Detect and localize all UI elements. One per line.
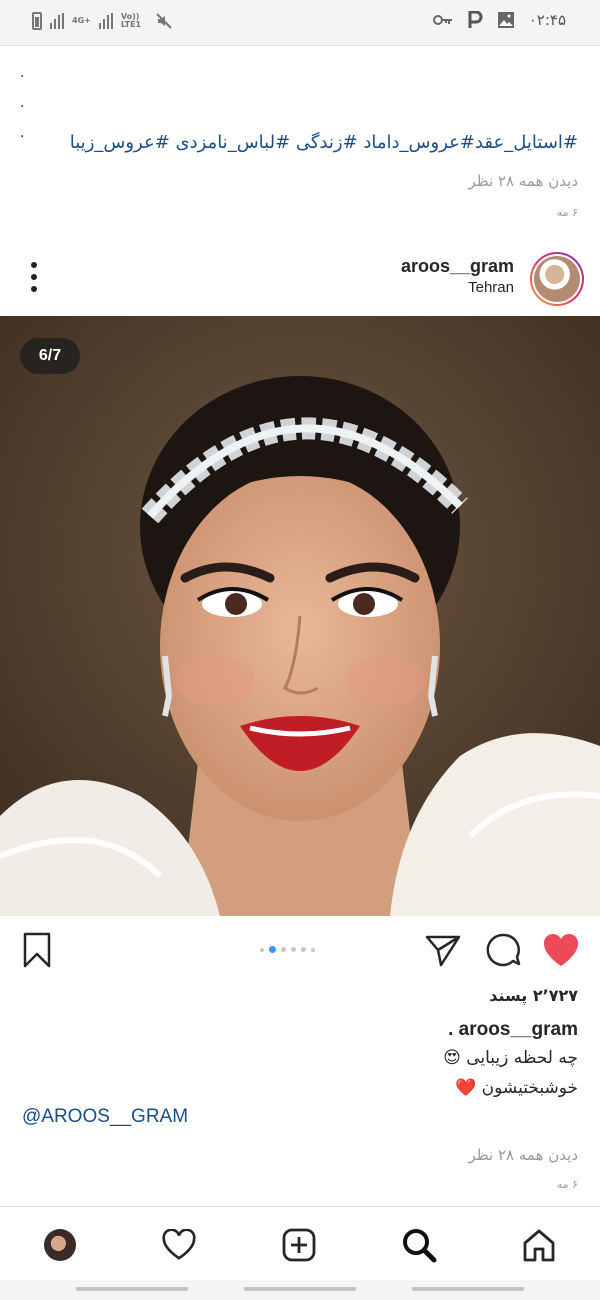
likes-count[interactable]: ۲٬۷۲۷ پسند [489,986,578,1005]
home-handle[interactable] [244,1287,356,1291]
post-actions [0,918,600,982]
post-date: ۶ مه [556,206,578,219]
system-nav-bar [0,1280,600,1300]
bookmark-icon[interactable] [18,930,56,970]
back-handle[interactable] [412,1287,524,1291]
nav-profile[interactable] [40,1225,80,1265]
bottom-nav [0,1206,600,1280]
carousel-dot [291,947,296,952]
post-username[interactable]: aroos__gram [401,256,514,277]
avatar [44,1229,76,1261]
view-all-comments-link[interactable]: دیدن همه ۲۸ نظر [468,172,578,190]
caption-dots: . . . [20,58,24,148]
network-label-1: 4G+ [72,16,91,25]
recent-apps-handle[interactable] [76,1287,188,1291]
mention-link[interactable]: @AROOS__GRAM [22,1106,188,1128]
signal-icon [50,13,64,29]
key-icon [432,15,452,25]
user-info[interactable]: aroos__gram Tehran [401,256,514,296]
carousel-dot [301,947,306,952]
signal-icon-2 [98,13,113,29]
status-left: 4G+ Vo)) LTE1 [32,12,173,30]
caption-username[interactable]: aroos__gram . [448,1019,578,1041]
carousel-counter: 6/7 [20,338,80,374]
battery-icon [32,12,42,30]
send-icon[interactable] [424,930,462,970]
comment-icon[interactable] [484,930,522,970]
post-image[interactable]: 6/7 [0,316,600,916]
story-avatar[interactable] [530,252,584,306]
mute-icon [156,13,172,29]
post-header: aroos__gram Tehran [0,244,600,314]
avatar [534,256,580,302]
carousel-indicator [260,946,315,953]
status-bar: 4G+ Vo)) LTE1 ۰۲:۴۵ [0,0,600,46]
carousel-dot-active [269,946,276,953]
home-icon[interactable] [519,1225,559,1265]
more-options-icon[interactable] [26,262,42,292]
carousel-dot [260,947,264,952]
post-date: ۶ مه [556,1178,578,1191]
gallery-icon [497,12,514,28]
status-right: ۰۲:۴۵ [432,11,566,29]
carousel-dot [281,947,286,952]
view-all-comments-link[interactable]: دیدن همه ۲۸ نظر [468,1146,578,1164]
network-label-2: Vo)) LTE1 [120,12,142,29]
search-icon[interactable] [399,1225,439,1265]
caption-line: خوشبختیشون ❤️ [455,1078,578,1098]
dot-line: . [20,95,25,111]
dot-line: . [20,65,25,81]
bride-photo [0,316,600,916]
heart-icon[interactable] [542,930,580,970]
heart-outline-icon[interactable] [159,1225,199,1265]
add-post-icon[interactable] [279,1225,319,1265]
carousel-dot [311,947,315,952]
caption-line: چه لحظه زیبایی 😍 [443,1048,578,1068]
dot-line: . [20,125,25,141]
hashtags-link[interactable]: #استایل_عقد#عروس_داماد #زندگی #لباس_نامز… [70,132,578,153]
clock: ۰۲:۴۵ [528,11,566,29]
post-location[interactable]: Tehran [401,279,514,296]
parking-icon [468,11,483,28]
